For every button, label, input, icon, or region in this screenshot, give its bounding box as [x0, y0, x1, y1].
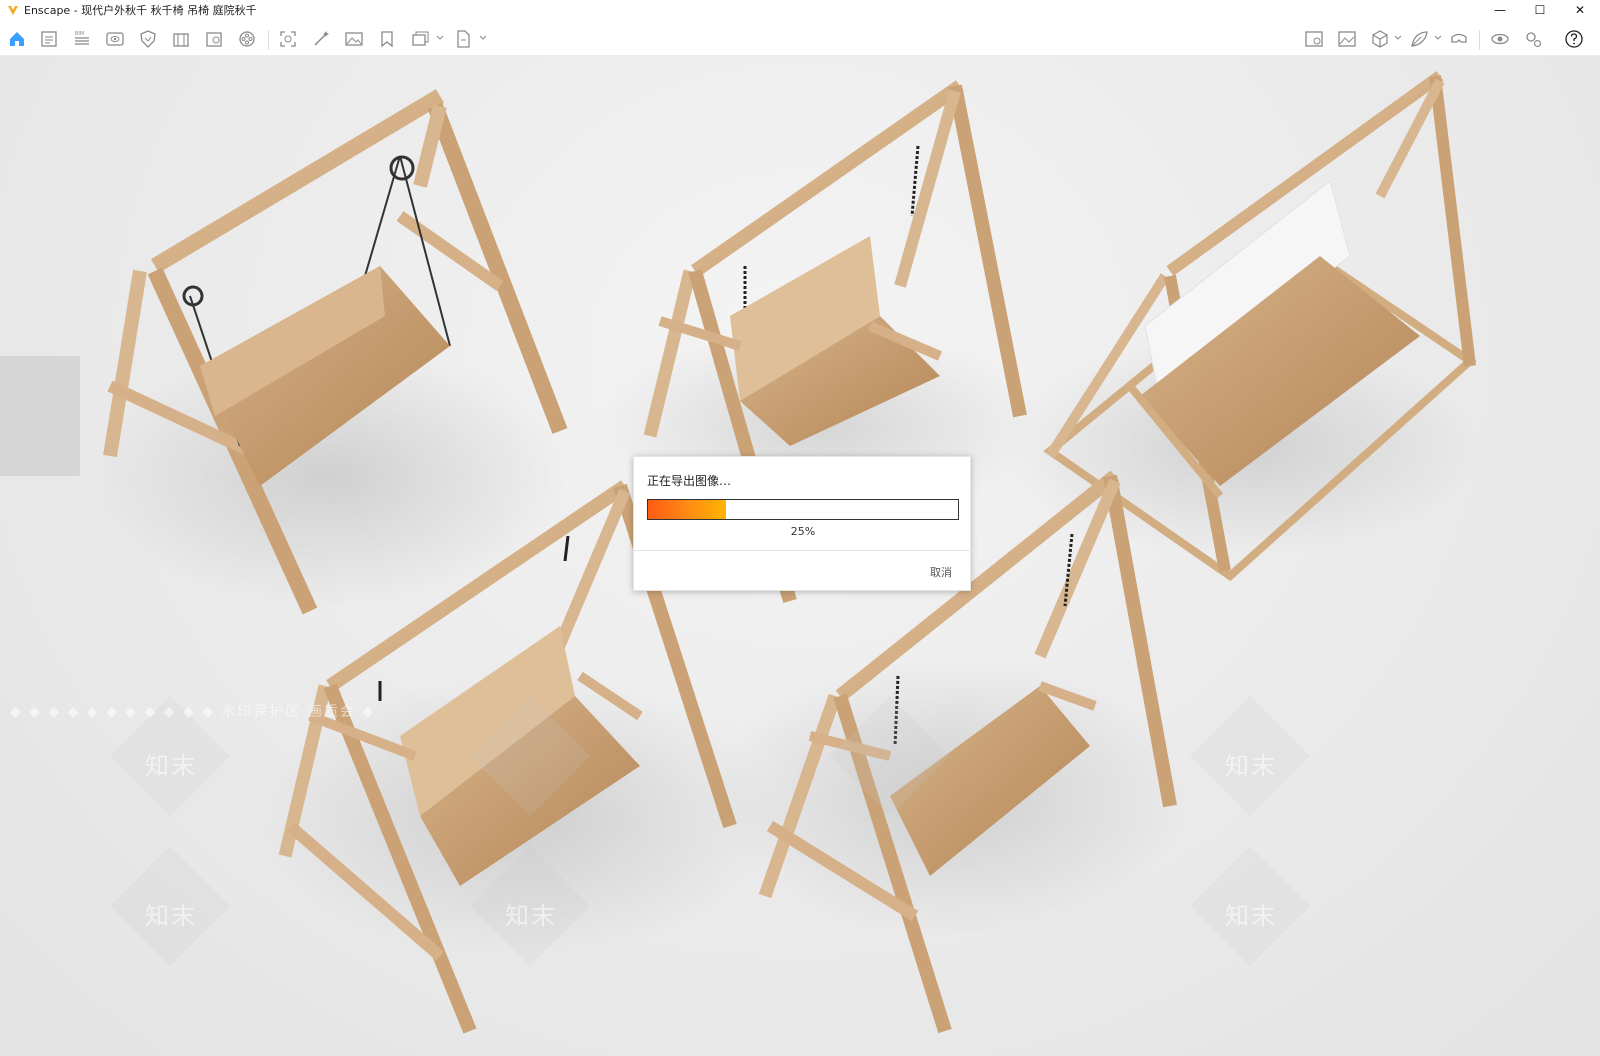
toolbar-separator — [268, 30, 269, 50]
watermark-brand: 知末 — [1225, 902, 1277, 930]
vr-headset-icon[interactable] — [1448, 28, 1470, 50]
enscape-logo-icon — [8, 6, 18, 15]
watermark-text: ◆ ◆ ◆ ◆ ◆ ◆ ◆ ◆ ◆ ◆ ◆ 水印保护区 画质会 ◆ — [10, 704, 376, 720]
title-bar: Enscape - 现代户外秋千 秋千椅 吊椅 庭院秋千 — ☐ ✕ — [0, 0, 1600, 20]
film-reel-icon[interactable] — [236, 28, 258, 50]
settings-icon[interactable] — [1522, 28, 1544, 50]
toolbar-separator — [1479, 30, 1480, 50]
asset-leaf-icon[interactable] — [1408, 28, 1430, 50]
export-icon[interactable] — [452, 28, 474, 50]
cancel-button[interactable]: 取消 — [930, 564, 952, 580]
svg-text:BIM: BIM — [75, 31, 84, 37]
progress-bar-fill — [648, 500, 726, 519]
progress-percent: 25% — [790, 525, 816, 538]
dialog-title: 正在导出图像… — [647, 474, 732, 488]
chevron-down-icon[interactable] — [1434, 34, 1442, 42]
watermark-brand: 知末 — [505, 902, 557, 930]
help-icon[interactable] — [1563, 28, 1585, 50]
enscape-toolbar: BIM — [0, 20, 1600, 72]
chevron-down-icon[interactable] — [479, 34, 487, 42]
watermark-brand: 知末 — [1225, 752, 1277, 780]
maximize-button[interactable]: ☐ — [1520, 0, 1560, 20]
close-button[interactable]: ✕ — [1560, 0, 1600, 20]
building-icon[interactable] — [170, 28, 192, 50]
chevron-down-icon[interactable] — [436, 34, 444, 42]
gallery-icon[interactable] — [1336, 28, 1358, 50]
image-icon[interactable] — [343, 28, 365, 50]
map-icon[interactable] — [1303, 28, 1325, 50]
batch-render-icon[interactable] — [409, 28, 431, 50]
watermark-brand: 知末 — [145, 752, 197, 780]
watermark-brand: 知末 — [145, 902, 197, 930]
cube-icon[interactable] — [1369, 28, 1391, 50]
window-controls: — ☐ ✕ — [1480, 0, 1600, 20]
home-icon[interactable] — [6, 28, 28, 50]
export-progress-dialog: 正在导出图像… 25% 取消 — [633, 456, 972, 591]
document-icon[interactable] — [38, 28, 60, 50]
screenshot-icon[interactable] — [277, 28, 299, 50]
bookmark-icon[interactable] — [376, 28, 398, 50]
progress-bar — [647, 499, 959, 520]
magic-wand-icon[interactable] — [310, 28, 332, 50]
watermark-band: ◆ ◆ ◆ ◆ ◆ ◆ ◆ ◆ ◆ ◆ ◆ 水印保护区 画质会 ◆ — [0, 701, 1600, 741]
bim-icon[interactable]: BIM — [71, 28, 93, 50]
swing-model-3 — [1000, 71, 1480, 582]
window-title: Enscape - 现代户外秋千 秋千椅 吊椅 庭院秋千 — [24, 4, 257, 17]
media-icon[interactable] — [203, 28, 225, 50]
swing-model-1 — [90, 89, 570, 615]
chevron-down-icon[interactable] — [1394, 34, 1402, 42]
minimize-button[interactable]: — — [1480, 0, 1520, 20]
visual-settings-icon[interactable] — [1489, 28, 1511, 50]
shield-icon[interactable] — [137, 28, 159, 50]
eye-icon[interactable] — [104, 28, 126, 50]
dialog-divider — [634, 550, 972, 551]
